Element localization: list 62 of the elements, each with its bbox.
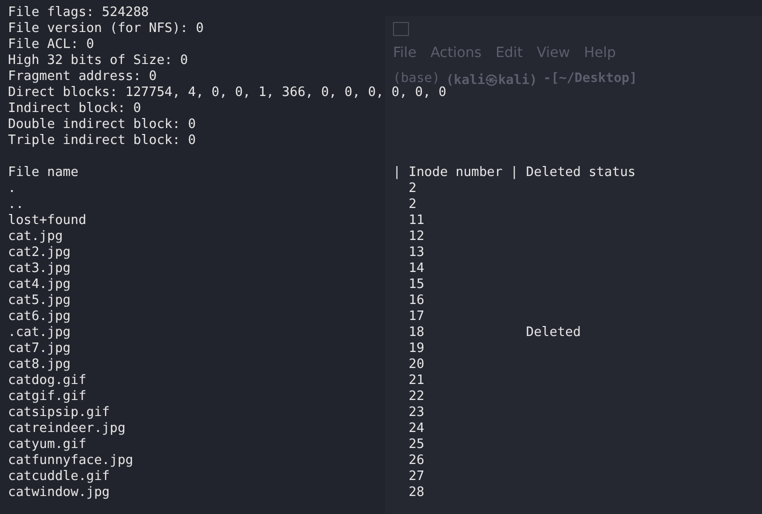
inode-number: 17 <box>408 309 424 325</box>
output-line: File flags: 524288 <box>8 5 149 21</box>
output-line: File ACL: 0 <box>8 37 94 53</box>
file-name: cat4.jpg <box>8 277 71 293</box>
inode-number: 23 <box>408 405 424 421</box>
inode-number: 14 <box>408 261 424 277</box>
inode-number: 18 <box>408 325 424 341</box>
menu-item[interactable]: Actions <box>430 45 482 61</box>
column-header: File name <box>8 165 78 181</box>
inode-number: 21 <box>408 373 424 389</box>
inode-number: 25 <box>408 437 424 453</box>
column-header: | Inode number <box>393 165 503 181</box>
output-line: Triple indirect block: 0 <box>8 133 196 149</box>
inode-number: 27 <box>408 469 424 485</box>
file-name: catwindow.jpg <box>8 485 110 501</box>
inode-number: 16 <box>408 293 424 309</box>
inode-number: 2 <box>408 181 416 197</box>
file-name: catyum.gif <box>8 437 86 453</box>
inode-number: 24 <box>408 421 424 437</box>
column-header: | Deleted status <box>510 165 636 181</box>
menu-item[interactable]: Help <box>584 45 616 61</box>
output-line: Direct blocks: 127754, 4, 0, 0, 1, 366, 0, 0, 0, 0, 0, 0 <box>8 85 446 101</box>
file-name: cat7.jpg <box>8 341 71 357</box>
inode-number: 26 <box>408 453 424 469</box>
output-line: File version (for NFS): 0 <box>8 21 204 37</box>
file-name: .. <box>8 197 24 213</box>
file-name: cat6.jpg <box>8 309 71 325</box>
prompt-user-host: (kali㉿kali) <box>446 72 538 89</box>
inode-number: 2 <box>408 197 416 213</box>
menu-item[interactable]: Edit <box>496 45 523 61</box>
file-name: catgif.gif <box>8 389 86 405</box>
file-name: . <box>8 181 16 197</box>
menu-item[interactable]: File <box>393 45 416 61</box>
inode-number: 11 <box>408 213 424 229</box>
file-name: catfunnyface.jpg <box>8 453 134 469</box>
menu-item[interactable]: View <box>536 45 570 61</box>
file-name: cat8.jpg <box>8 357 71 373</box>
inode-number: 12 <box>408 229 424 245</box>
inode-number: 13 <box>408 245 424 261</box>
terminal-icon <box>393 22 409 36</box>
deleted-status: Deleted <box>526 325 581 341</box>
file-name: cat5.jpg <box>8 293 71 309</box>
output-line: Double indirect block: 0 <box>8 117 196 133</box>
prompt-path: -[~/Desktop] <box>543 71 638 88</box>
file-name: catdog.gif <box>8 373 86 389</box>
file-name: cat2.jpg <box>8 245 71 261</box>
inode-number: 28 <box>408 485 424 501</box>
output-line: High 32 bits of Size: 0 <box>8 53 188 69</box>
file-name: lost+found <box>8 213 86 229</box>
inode-number: 22 <box>408 389 424 405</box>
inode-number: 19 <box>408 341 424 357</box>
file-name: catcuddle.gif <box>8 469 110 485</box>
file-name: .cat.jpg <box>8 325 71 341</box>
inode-number: 15 <box>408 277 424 293</box>
prompt-env: (base) <box>393 71 440 86</box>
file-name: catsipsip.gif <box>8 405 110 421</box>
file-name: cat3.jpg <box>8 261 71 277</box>
file-name: catreindeer.jpg <box>8 421 126 437</box>
output-line: Indirect block: 0 <box>8 101 142 117</box>
output-line: Fragment address: 0 <box>8 69 157 85</box>
file-name: cat.jpg <box>8 229 63 245</box>
inode-number: 20 <box>408 357 424 373</box>
